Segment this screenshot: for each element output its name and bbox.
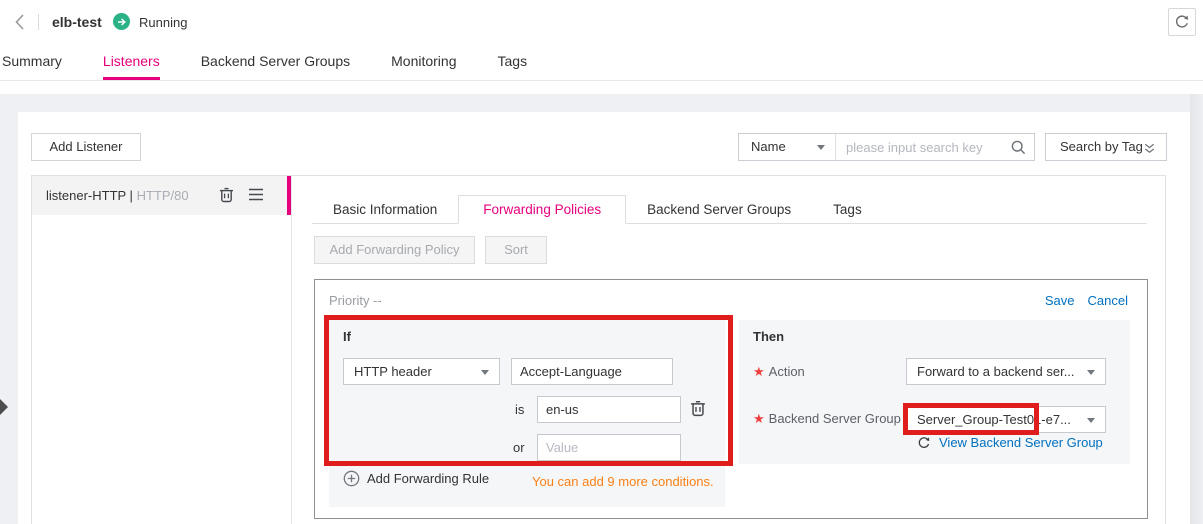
tab-tags[interactable]: Tags — [498, 44, 528, 80]
listener-list-item-selected[interactable]: listener-HTTP | HTTP/80 — [32, 176, 291, 215]
add-forwarding-rule-button[interactable]: Add Forwarding Rule — [343, 470, 489, 487]
then-section: Then ★Action Forward to a backend ser...… — [739, 320, 1130, 464]
search-field-select[interactable]: Name — [739, 134, 836, 160]
plus-circle-icon — [343, 470, 360, 487]
action-value: Forward to a backend ser... — [917, 364, 1075, 379]
cancel-button[interactable]: Cancel — [1088, 293, 1128, 308]
backend-server-group-value: Server_Group-Test01-e7... — [917, 412, 1071, 427]
chevron-down-icon — [1087, 370, 1095, 375]
refresh-icon — [1174, 14, 1190, 30]
search-by-tag-button[interactable]: Search by Tag — [1045, 133, 1167, 161]
chevron-down-icon — [481, 370, 489, 375]
add-forwarding-policy-button[interactable]: Add Forwarding Policy — [314, 236, 475, 264]
listener-list: listener-HTTP | HTTP/80 — [32, 176, 292, 524]
required-asterisk: ★ — [753, 411, 765, 426]
action-select[interactable]: Forward to a backend ser... — [906, 358, 1106, 385]
page-refresh-button[interactable] — [1168, 8, 1196, 36]
listener-detail: Basic Information Forwarding Policies Ba… — [292, 176, 1167, 524]
header-bar: elb-test Running — [0, 0, 1203, 44]
panel-expand-arrow-icon[interactable] — [0, 399, 8, 415]
search-field-value: Name — [751, 139, 786, 154]
listener-name: listener-HTTP | HTTP/80 — [46, 188, 189, 203]
status-badge: Running — [139, 15, 187, 30]
add-forwarding-rule-label: Add Forwarding Rule — [367, 471, 489, 486]
header-key-field — [511, 358, 673, 385]
tab-monitoring[interactable]: Monitoring — [391, 44, 456, 80]
view-backend-server-group-link[interactable]: View Backend Server Group — [939, 435, 1103, 450]
action-label: ★Action — [753, 364, 805, 380]
tab-listeners[interactable]: Listeners — [103, 44, 160, 80]
search-by-tag-label: Search by Tag — [1060, 139, 1143, 154]
header-divider — [38, 14, 39, 30]
tab-backend-server-groups[interactable]: Backend Server Groups — [201, 44, 350, 80]
search-input[interactable] — [836, 134, 1034, 160]
refresh-groups-icon[interactable] — [917, 436, 931, 450]
backend-server-group-select[interactable]: Server_Group-Test01-e7... — [906, 406, 1106, 433]
value1-input[interactable] — [538, 397, 680, 422]
required-asterisk: ★ — [753, 364, 765, 379]
then-title: Then — [753, 329, 784, 344]
save-button[interactable]: Save — [1045, 293, 1075, 308]
backend-server-group-label: ★Backend Server Group — [753, 411, 901, 427]
main-tabbar: Summary Listeners Backend Server Groups … — [0, 44, 1203, 81]
vertical-scrollbar[interactable] — [1190, 94, 1203, 524]
listener-protocol: HTTP/80 — [137, 188, 189, 203]
detail-tab-tags[interactable]: Tags — [812, 196, 883, 223]
search-control: Name — [738, 133, 1035, 161]
double-chevron-down-icon — [1142, 141, 1157, 156]
value2-field — [537, 434, 681, 461]
value2-input[interactable] — [538, 435, 680, 460]
search-icon[interactable] — [1010, 139, 1027, 156]
delete-listener-icon[interactable] — [218, 186, 235, 204]
chevron-down-icon — [1087, 418, 1095, 423]
sort-button[interactable]: Sort — [485, 236, 547, 264]
status-running-icon — [113, 13, 130, 30]
header-key-input[interactable] — [512, 359, 672, 384]
if-title: If — [343, 329, 351, 344]
if-section: If HTTP header is — [329, 320, 725, 507]
conditions-remaining-hint: You can add 9 more conditions. — [532, 474, 714, 489]
detail-tab-forwarding-policies[interactable]: Forwarding Policies — [458, 195, 626, 224]
detail-tab-basic-information[interactable]: Basic Information — [312, 196, 458, 223]
load-balancer-name: elb-test — [52, 14, 102, 30]
match-type-value: HTTP header — [354, 364, 432, 379]
match-type-select[interactable]: HTTP header — [343, 358, 500, 385]
selected-indicator — [287, 176, 291, 215]
listener-menu-icon[interactable] — [247, 187, 265, 202]
back-button[interactable] — [10, 12, 32, 32]
delete-rule-icon[interactable] — [689, 399, 707, 418]
listener-detail-container: listener-HTTP | HTTP/80 — [31, 175, 1166, 524]
elb-listener-page: elb-test Running Summary Listeners Backe… — [0, 0, 1203, 524]
add-listener-button[interactable]: Add Listener — [31, 133, 141, 161]
policy-editor: Priority -- Save Cancel If HTTP header — [314, 279, 1148, 519]
tab-summary[interactable]: Summary — [2, 44, 62, 80]
back-chevron-icon — [10, 12, 32, 32]
priority-label: Priority -- — [329, 293, 382, 308]
chevron-down-icon — [817, 145, 825, 150]
is-label: is — [515, 402, 524, 417]
value1-field — [537, 396, 681, 423]
or-label: or — [513, 440, 525, 455]
listeners-card: Add Listener Name Search by Tag — [18, 112, 1190, 524]
detail-tabbar: Basic Information Forwarding Policies Ba… — [312, 196, 1147, 224]
detail-tab-backend-server-groups[interactable]: Backend Server Groups — [626, 196, 812, 223]
